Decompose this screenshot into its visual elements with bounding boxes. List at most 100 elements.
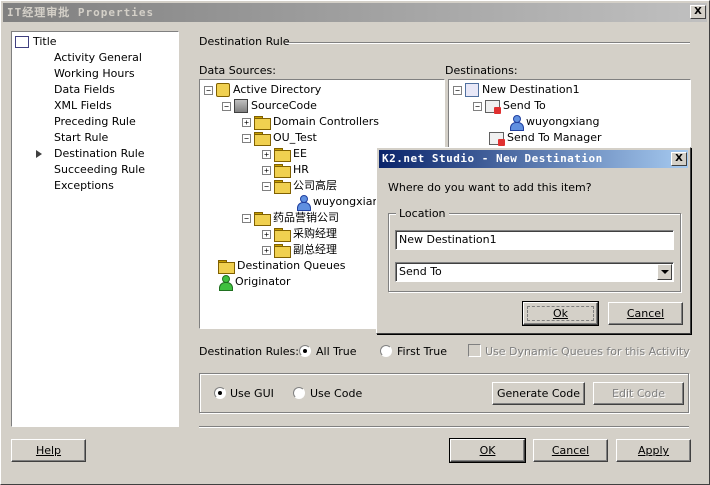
nav-item-data-fields[interactable]: Data Fields	[54, 82, 115, 98]
location-select[interactable]: Send To	[395, 262, 674, 282]
dest-node-send-to[interactable]: − Send To	[473, 98, 546, 114]
cancel-button[interactable]: Cancel	[533, 439, 608, 462]
nav-item-xml-fields[interactable]: XML Fields	[54, 98, 112, 114]
use-code-label[interactable]: Use Code	[310, 387, 362, 400]
tree-node-sourcecode[interactable]: − SourceCode	[222, 98, 317, 114]
new-destination-dialog: K2.net Studio - New Destination X Where …	[376, 147, 691, 334]
all-true-label[interactable]: All True	[316, 345, 357, 358]
node-label: Send To	[503, 99, 546, 112]
footer-divider	[199, 426, 689, 428]
node-label: OU_Test	[273, 131, 317, 144]
tree-node-domain-controllers[interactable]: + Domain Controllers	[242, 114, 379, 130]
tree-node-deputy-gm[interactable]: + 副总经理	[262, 242, 337, 258]
destination-rules-label: Destination Rules:	[199, 345, 299, 358]
node-label: Originator	[235, 275, 291, 288]
node-label: New Destination1	[482, 83, 580, 96]
nav-item-succeeding-rule[interactable]: Succeeding Rule	[54, 162, 145, 178]
tree-node-destination-queues[interactable]: Destination Queues	[218, 258, 346, 274]
generate-code-button[interactable]: Generate Code	[492, 382, 585, 405]
folder-icon	[274, 164, 291, 178]
all-true-radio[interactable]	[299, 345, 311, 357]
tree-node-purchase-manager[interactable]: + 采购经理	[262, 226, 337, 242]
dialog-close-button[interactable]: X	[671, 152, 687, 166]
node-label: 采购经理	[293, 227, 337, 240]
collapse-icon[interactable]: −	[473, 101, 482, 111]
nav-item-exceptions[interactable]: Exceptions	[54, 178, 114, 194]
folder-open-icon	[254, 212, 271, 226]
destination-name-input[interactable]: New Destination1	[395, 230, 674, 250]
first-true-radio[interactable]	[380, 345, 392, 357]
section-divider	[286, 42, 690, 44]
apply-button[interactable]: Apply	[616, 439, 691, 462]
nav-item-destination-rule[interactable]: Destination Rule	[54, 146, 145, 162]
window-close-button[interactable]: X	[690, 5, 706, 19]
page-icon	[15, 36, 29, 48]
nav-root-label: Title	[33, 35, 57, 48]
collapse-icon[interactable]: −	[222, 101, 231, 111]
dialog-cancel-button[interactable]: Cancel	[608, 302, 683, 325]
edit-code-button[interactable]: Edit Code	[593, 382, 684, 405]
use-code-radio[interactable]	[293, 387, 305, 399]
tree-node-originator[interactable]: Originator	[218, 274, 291, 291]
collapse-icon[interactable]: −	[453, 85, 462, 95]
node-label: wuyongxiang	[526, 115, 600, 128]
focus-rect	[527, 306, 594, 321]
node-label: 副总经理	[293, 243, 337, 256]
dest-node-send-to-manager[interactable]: Send To Manager	[489, 130, 602, 146]
node-label: Domain Controllers	[273, 115, 380, 128]
collapse-icon[interactable]: −	[262, 181, 271, 191]
collapse-icon[interactable]: −	[242, 213, 251, 223]
user-icon	[296, 195, 311, 211]
nav-item-preceding-rule[interactable]: Preceding Rule	[54, 114, 136, 130]
properties-window: IT经理审批 Properties X Title Activity Gener…	[0, 0, 710, 485]
node-label: Active Directory	[233, 83, 322, 96]
node-label: HR	[293, 163, 309, 176]
user-icon	[509, 115, 524, 131]
folder-open-icon	[254, 132, 271, 146]
dialog-title: K2.net Studio - New Destination	[379, 150, 688, 168]
tree-node-ou-test[interactable]: − OU_Test	[242, 130, 317, 146]
collapse-icon[interactable]: −	[242, 133, 251, 143]
nav-item-activity-general[interactable]: Activity General	[54, 50, 142, 66]
dest-node-user[interactable]: wuyongxiang	[509, 114, 600, 131]
send-to-icon	[485, 99, 501, 114]
use-gui-radio[interactable]	[214, 387, 226, 399]
expand-icon[interactable]: +	[262, 165, 271, 175]
directory-icon	[216, 83, 230, 97]
section-title: Destination Rule	[199, 35, 290, 48]
cancel-label: Cancel	[551, 444, 590, 457]
data-sources-label: Data Sources:	[199, 64, 276, 77]
tree-node-ee[interactable]: + EE	[262, 146, 307, 162]
expand-icon[interactable]: +	[262, 229, 271, 239]
node-label: Send To Manager	[507, 131, 602, 144]
dest-node-new-destination[interactable]: − New Destination1	[453, 82, 580, 98]
nav-item-start-rule[interactable]: Start Rule	[54, 130, 108, 146]
expand-icon[interactable]: +	[262, 245, 271, 255]
node-label: EE	[293, 147, 307, 160]
help-button[interactable]: Help	[11, 439, 86, 462]
tree-node-hr[interactable]: + HR	[262, 162, 309, 178]
tree-node-pharma-sales[interactable]: − 药品营销公司	[242, 210, 339, 226]
help-label: Help	[35, 444, 62, 457]
nav-root[interactable]: Title	[15, 34, 57, 50]
ok-button[interactable]: OK	[449, 438, 526, 463]
use-gui-label[interactable]: Use GUI	[230, 387, 274, 400]
tree-node-active-directory[interactable]: − Active Directory	[204, 82, 321, 98]
dynamic-queues-label: Use Dynamic Queues for this Activity	[485, 345, 690, 358]
expand-icon[interactable]: +	[262, 149, 271, 159]
dialog-question: Where do you want to add this item?	[388, 181, 592, 194]
destination-icon	[465, 83, 479, 97]
nav-item-working-hours[interactable]: Working Hours	[54, 66, 135, 82]
collapse-icon[interactable]: −	[204, 85, 213, 95]
dialog-cancel-label: Cancel	[626, 307, 665, 320]
expand-icon[interactable]: +	[242, 117, 251, 127]
dialog-ok-button[interactable]: Ok	[522, 301, 599, 326]
dynamic-queues-checkbox[interactable]	[468, 344, 481, 357]
first-true-label[interactable]: First True	[397, 345, 447, 358]
tree-node-company-top[interactable]: − 公司高层	[262, 178, 337, 194]
folder-icon	[274, 244, 291, 258]
nav-panel: Title Activity General Working Hours Dat…	[11, 31, 179, 427]
folder-icon	[274, 228, 291, 242]
tree-node-user-wuyongxiang[interactable]: wuyongxiang	[296, 194, 386, 211]
dropdown-arrow-icon[interactable]	[657, 264, 672, 280]
